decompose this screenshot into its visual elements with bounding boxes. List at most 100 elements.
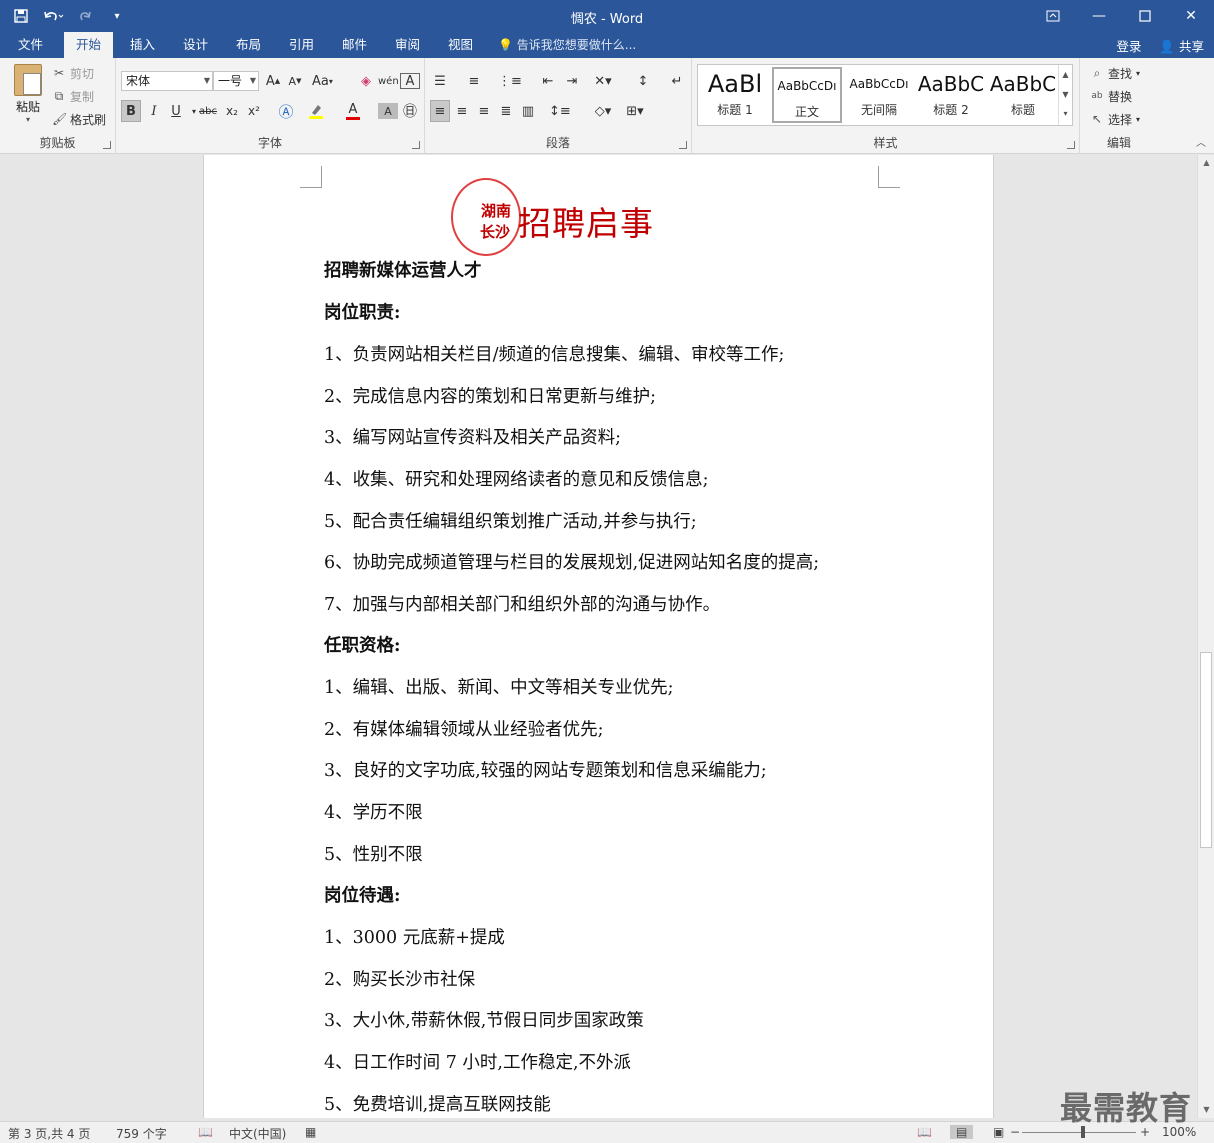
macro-icon[interactable]: ▦: [305, 1125, 316, 1139]
style-heading-2[interactable]: AaBbC 标题 2: [916, 67, 986, 123]
bold-button[interactable]: B: [121, 100, 141, 122]
style-normal[interactable]: AaBbCcDı 正文: [772, 67, 842, 123]
zoom-out-icon[interactable]: −: [1010, 1125, 1020, 1139]
line-spacing-icon[interactable]: ↕≡: [549, 100, 571, 122]
distributed-icon[interactable]: ▥: [518, 100, 538, 122]
page-count[interactable]: 第 3 页,共 4 页: [8, 1125, 90, 1142]
clear-formatting-icon[interactable]: ◈: [356, 70, 376, 92]
tab-insert[interactable]: 插入: [118, 32, 167, 58]
read-mode-icon[interactable]: 📖: [917, 1125, 932, 1139]
format-painter-button[interactable]: 🖌 格式刷: [52, 109, 106, 129]
tab-references[interactable]: 引用: [277, 32, 326, 58]
chevron-down-icon[interactable]: ▼: [1059, 85, 1072, 105]
superscript-button[interactable]: x²: [244, 100, 264, 122]
minimize-icon[interactable]: —: [1076, 0, 1122, 32]
character-border-icon[interactable]: A: [400, 73, 420, 89]
tell-me-box[interactable]: 💡 告诉我您想要做什么...: [498, 32, 636, 58]
style-sample: AaBl: [707, 70, 763, 98]
document-page[interactable]: 湖南 长沙 招聘启事 招聘新媒体运营人才 岗位职责: 1、负责网站相关栏目/频道…: [203, 155, 994, 1118]
vertical-scrollbar[interactable]: ▲ ▼: [1197, 155, 1214, 1118]
numbering-icon[interactable]: ≡: [464, 70, 484, 92]
tab-view[interactable]: 视图: [436, 32, 485, 58]
zoom-slider[interactable]: [1022, 1132, 1136, 1133]
tab-mailings[interactable]: 邮件: [330, 32, 379, 58]
more-styles-icon[interactable]: ▾: [1059, 105, 1072, 123]
enclose-characters-icon[interactable]: ㊐: [400, 100, 420, 122]
style-name: 无间隔: [860, 103, 897, 117]
align-left-icon[interactable]: ≡: [430, 100, 450, 122]
justify-icon[interactable]: ≣: [496, 100, 516, 122]
character-shading-icon[interactable]: A: [378, 103, 398, 119]
doc-line: 1、负责网站相关栏目/频道的信息搜集、编辑、审校等工作;: [324, 345, 785, 365]
tab-home[interactable]: 开始: [64, 32, 114, 58]
style-no-spacing[interactable]: AaBbCcDı 无间隔: [844, 67, 914, 123]
shrink-font-button[interactable]: A ▼: [285, 70, 305, 92]
find-button[interactable]: ⌕ 查找 ▾: [1090, 63, 1140, 83]
chevron-up-icon[interactable]: ▲: [1059, 65, 1072, 85]
tab-layout[interactable]: 布局: [224, 32, 273, 58]
strikethrough-button[interactable]: abc: [198, 100, 218, 122]
seal-stamp[interactable]: 湖南 长沙: [451, 178, 521, 256]
scroll-up-icon[interactable]: ▲: [1198, 155, 1214, 171]
shading-icon[interactable]: ◇▾: [593, 100, 613, 122]
style-title[interactable]: AaBbC 标题: [988, 67, 1058, 123]
multilevel-list-icon[interactable]: ⋮≡: [498, 70, 522, 92]
align-center-icon[interactable]: ≡: [452, 100, 472, 122]
login-link[interactable]: 登录: [1116, 36, 1141, 55]
style-heading-1[interactable]: AaBl 标题 1: [700, 67, 770, 123]
web-layout-icon[interactable]: ▣: [993, 1125, 1004, 1139]
language[interactable]: 中文(中国): [229, 1125, 286, 1142]
replace-button[interactable]: ab 替换: [1090, 86, 1132, 106]
styles-scroll[interactable]: ▲ ▼ ▾: [1058, 65, 1072, 125]
sort-icon[interactable]: ↕: [633, 70, 653, 92]
italic-button[interactable]: I: [144, 100, 164, 122]
decrease-indent-icon[interactable]: ⇤: [538, 70, 558, 92]
chinese-layout-icon[interactable]: ✕▾: [593, 70, 613, 92]
grow-font-icon: A: [265, 73, 275, 89]
underline-button[interactable]: U: [166, 100, 186, 122]
clipboard-label: 剪贴板: [39, 136, 76, 150]
increase-indent-icon[interactable]: ⇥: [562, 70, 582, 92]
close-icon[interactable]: ✕: [1168, 0, 1214, 32]
doc-line: 5、配合责任编辑组织策划推广活动,并参与执行;: [324, 512, 697, 532]
doc-line: 岗位待遇:: [324, 886, 401, 906]
cut-button[interactable]: ✂ 剪切: [52, 63, 94, 83]
styles-launcher-icon[interactable]: [1067, 141, 1075, 149]
paragraph-launcher-icon[interactable]: [679, 141, 687, 149]
show-marks-icon[interactable]: ↵: [667, 70, 687, 92]
bullets-icon[interactable]: ☰: [430, 70, 450, 92]
tab-file[interactable]: 文件: [6, 32, 55, 58]
phonetic-guide-icon[interactable]: wén: [378, 70, 399, 92]
replace-icon: ab: [1091, 91, 1103, 101]
font-size-value: 一号: [218, 74, 243, 88]
font-color-button[interactable]: A: [343, 100, 363, 122]
ribbon-display-options-icon[interactable]: [1030, 0, 1076, 32]
paste-dropdown-icon[interactable]: ▾: [8, 115, 48, 124]
font-name-box[interactable]: 宋体 ▼: [121, 71, 213, 91]
highlight-button[interactable]: [306, 100, 326, 122]
watermark: 最需教育: [1060, 1089, 1193, 1127]
clipboard-launcher-icon[interactable]: [103, 141, 111, 149]
scroll-down-icon[interactable]: ▼: [1198, 1102, 1214, 1118]
grow-font-button[interactable]: A ▲: [263, 70, 283, 92]
paste-button[interactable]: 粘贴 ▾: [8, 64, 48, 124]
tab-review[interactable]: 审阅: [383, 32, 432, 58]
text-effects-icon[interactable]: Ⓐ: [276, 100, 296, 122]
select-button[interactable]: ↖ 选择 ▾: [1090, 109, 1140, 129]
style-name: 标题: [1010, 103, 1035, 117]
change-case-button[interactable]: Aa ▾: [312, 70, 333, 92]
borders-icon[interactable]: ⊞▾: [625, 100, 645, 122]
copy-button[interactable]: ⧉ 复制: [52, 86, 94, 106]
maximize-icon[interactable]: [1122, 0, 1168, 32]
align-right-icon[interactable]: ≡: [474, 100, 494, 122]
share-button[interactable]: 👤 共享: [1159, 36, 1204, 55]
print-layout-icon[interactable]: ▤: [950, 1125, 974, 1139]
collapse-ribbon-icon[interactable]: ︿: [1196, 134, 1206, 149]
font-size-box[interactable]: 一号 ▼: [213, 71, 259, 91]
subscript-button[interactable]: x₂: [222, 100, 242, 122]
tab-design[interactable]: 设计: [171, 32, 220, 58]
font-launcher-icon[interactable]: [412, 141, 420, 149]
scroll-thumb[interactable]: [1200, 652, 1212, 848]
word-count[interactable]: 759 个字: [116, 1125, 167, 1142]
proofing-icon[interactable]: 📖: [198, 1125, 213, 1139]
